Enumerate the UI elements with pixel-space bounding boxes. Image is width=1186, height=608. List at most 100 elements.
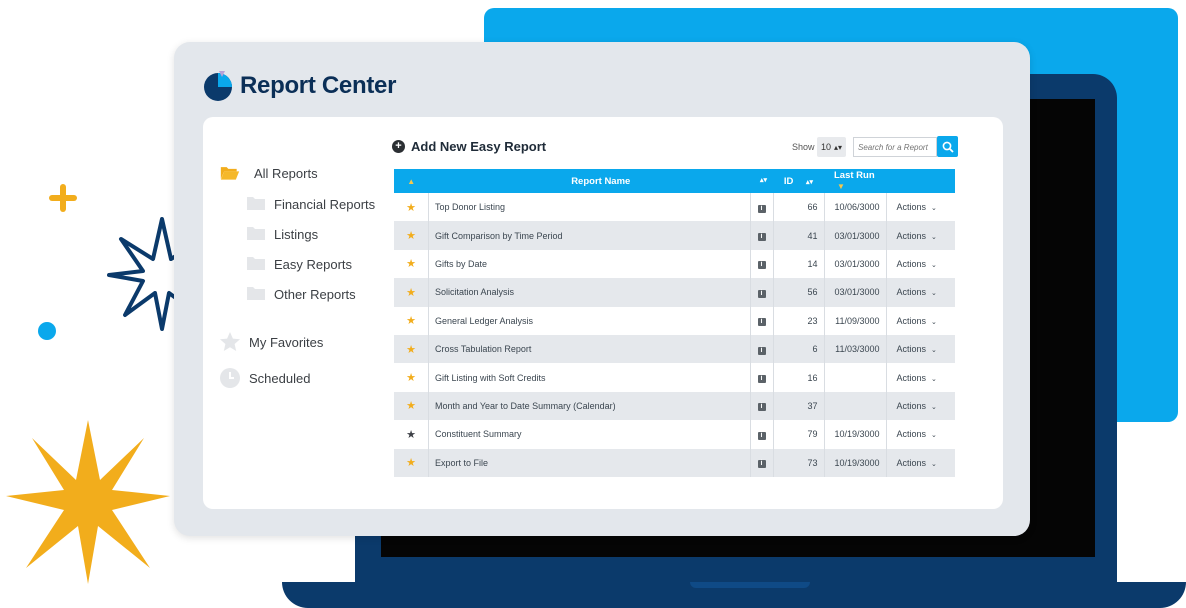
search-input[interactable]	[853, 137, 937, 157]
chevron-down-icon: ⌄	[931, 432, 937, 440]
info-icon: i	[757, 460, 766, 469]
chevron-down-icon: ⌄	[931, 290, 937, 298]
last-run-cell: 03/01/3000	[824, 221, 887, 250]
favorite-toggle[interactable]: ★	[394, 278, 429, 307]
actions-dropdown[interactable]: Actions ⌄	[886, 363, 955, 392]
report-name-cell[interactable]: Export to File	[428, 448, 751, 477]
info-button[interactable]: i	[750, 420, 774, 449]
info-icon: i	[757, 233, 766, 242]
info-icon: i	[757, 261, 766, 270]
actions-dropdown[interactable]: Actions ⌄	[886, 420, 955, 449]
table-header-row: ▲ Report Name ▴▾ ID ▴▾ Last Run ▼	[394, 169, 955, 193]
last-run-cell: 11/03/3000	[824, 334, 887, 364]
info-button[interactable]: i	[750, 193, 774, 222]
actions-dropdown[interactable]: Actions ⌄	[886, 193, 955, 222]
actions-dropdown[interactable]: Actions ⌄	[886, 278, 955, 307]
sidebar-item-listings[interactable]: Listings	[246, 225, 318, 243]
info-button[interactable]: i	[750, 363, 774, 392]
actions-label: Actions	[896, 230, 927, 241]
report-name-cell[interactable]: Solicitation Analysis	[428, 278, 751, 307]
favorite-toggle[interactable]: ★	[394, 249, 429, 279]
last-run-column-header[interactable]: Last Run ▼	[824, 169, 886, 193]
info-button[interactable]: i	[750, 448, 774, 477]
favorite-column-header[interactable]: ▲	[394, 169, 429, 193]
sidebar-item-scheduled[interactable]: Scheduled	[219, 367, 310, 389]
search-button[interactable]	[937, 136, 958, 157]
actions-label: Actions	[896, 258, 927, 269]
favorite-toggle[interactable]: ★	[394, 448, 429, 477]
table-row[interactable]: ★ Gift Listing with Soft Credits i 16 Action…	[394, 363, 955, 392]
folder-icon	[246, 195, 266, 213]
info-icon: i	[757, 346, 766, 355]
favorite-toggle[interactable]: ★	[394, 193, 429, 222]
favorite-toggle[interactable]: ★	[394, 306, 429, 335]
report-name-cell[interactable]: Gift Comparison by Time Period	[428, 221, 751, 250]
actions-dropdown[interactable]: Actions ⌄	[886, 334, 955, 364]
favorite-star-icon: ★	[406, 201, 416, 214]
plus-sparkle-icon	[49, 184, 77, 212]
report-name-header-label: Report Name	[571, 175, 631, 187]
sidebar-item-label: Listings	[274, 226, 319, 242]
sidebar-item-financial-reports[interactable]: Financial Reports	[246, 195, 375, 213]
sort-up-icon: ▲	[407, 176, 416, 186]
folder-icon	[246, 285, 266, 303]
table-row[interactable]: ★ Cross Tabulation Report i 6 11/03/3000 Acti…	[394, 334, 955, 364]
favorite-toggle[interactable]: ★	[394, 391, 429, 421]
table-row[interactable]: ★ Top Donor Listing i 66 10/06/3000 Actions ⌄	[394, 193, 955, 222]
info-button[interactable]: i	[750, 391, 774, 421]
sidebar-item-other-reports[interactable]: Other Reports	[246, 285, 356, 303]
sort-arrows-icon: ▴▾	[806, 178, 814, 186]
report-name-column-header[interactable]: Report Name ▴▾	[428, 169, 773, 193]
report-name-cell[interactable]: Month and Year to Date Summary (Calendar…	[428, 391, 751, 421]
info-button[interactable]: i	[750, 278, 774, 307]
id-column-header[interactable]: ID ▴▾	[773, 169, 824, 193]
info-button[interactable]: i	[750, 221, 774, 250]
last-run-cell: 03/01/3000	[824, 278, 887, 307]
actions-dropdown[interactable]: Actions ⌄	[886, 448, 955, 477]
sidebar-item-label: Financial Reports	[274, 196, 376, 212]
report-name-cell[interactable]: Cross Tabulation Report	[428, 334, 751, 364]
table-row[interactable]: ★ Month and Year to Date Summary (Calenda…	[394, 391, 955, 421]
actions-dropdown[interactable]: Actions ⌄	[886, 391, 955, 421]
report-name-cell[interactable]: General Ledger Analysis	[428, 306, 751, 335]
table-row[interactable]: ★ Constituent Summary i 79 10/19/3000 Actions…	[394, 420, 955, 449]
actions-dropdown[interactable]: Actions ⌄	[886, 306, 955, 335]
favorite-toggle[interactable]: ★	[394, 363, 429, 392]
reports-table: ▲ Report Name ▴▾ ID ▴▾ Last Run ▼ ★ Top D…	[394, 169, 955, 477]
blue-dot-icon	[38, 322, 56, 340]
favorite-toggle[interactable]: ★	[394, 334, 429, 364]
report-name-cell[interactable]: Gifts by Date	[428, 249, 751, 279]
info-button[interactable]: i	[750, 334, 774, 364]
report-id-cell: 56	[773, 278, 825, 307]
table-row[interactable]: ★ Solicitation Analysis i 56 03/01/3000 Actio…	[394, 278, 955, 307]
favorite-toggle[interactable]: ★	[394, 221, 429, 250]
actions-label: Actions	[896, 202, 927, 213]
sidebar-item-my-favorites[interactable]: My Favorites	[219, 331, 323, 353]
page-size-value: 10	[821, 142, 832, 152]
sidebar-item-all-reports[interactable]: All Reports	[220, 164, 318, 182]
chevron-down-icon: ⌄	[931, 261, 937, 269]
pie-chart-logo-icon	[204, 71, 232, 101]
sidebar-item-label: All Reports	[254, 165, 318, 181]
info-button[interactable]: i	[750, 306, 774, 335]
favorite-star-icon: ★	[406, 315, 416, 328]
sort-arrows-icon: ▴▾	[759, 177, 767, 184]
favorite-star-icon: ★	[406, 230, 416, 243]
report-name-cell[interactable]: Top Donor Listing	[428, 193, 751, 222]
info-icon: i	[757, 204, 766, 213]
page-size-select[interactable]: 10 ▴▾	[817, 137, 846, 157]
table-row[interactable]: ★ Export to File i 73 10/19/3000 Actions ⌄	[394, 448, 955, 477]
actions-dropdown[interactable]: Actions ⌄	[886, 221, 955, 250]
report-id-cell: 73	[773, 448, 825, 477]
favorite-star-icon: ★	[406, 372, 416, 385]
table-row[interactable]: ★ Gifts by Date i 14 03/01/3000 Actions ⌄	[394, 249, 955, 279]
add-new-easy-report-button[interactable]: + Add New Easy Report	[392, 139, 546, 154]
info-button[interactable]: i	[750, 249, 774, 279]
favorite-toggle[interactable]: ★	[394, 420, 429, 449]
sidebar-item-easy-reports[interactable]: Easy Reports	[246, 255, 352, 273]
table-row[interactable]: ★ Gift Comparison by Time Period i 41 03/01/…	[394, 221, 955, 250]
table-row[interactable]: ★ General Ledger Analysis i 23 11/09/3000 Act…	[394, 306, 955, 335]
actions-dropdown[interactable]: Actions ⌄	[886, 249, 955, 279]
report-name-cell[interactable]: Constituent Summary	[428, 420, 751, 449]
report-name-cell[interactable]: Gift Listing with Soft Credits	[428, 363, 751, 392]
